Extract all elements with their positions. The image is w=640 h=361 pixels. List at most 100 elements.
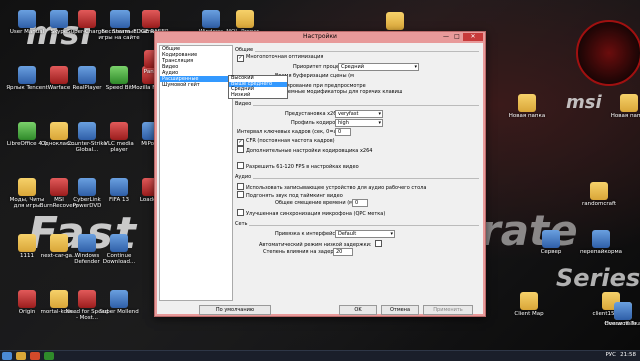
audio-group: Аудио	[235, 174, 479, 180]
desktop-shortcut[interactable]: перепайкорма	[578, 228, 624, 268]
cancel-button[interactable]: Отмена	[381, 305, 419, 315]
latency-factor-input[interactable]: 20	[333, 248, 353, 256]
bind-select[interactable]: Default ▾	[335, 230, 395, 238]
mic-sync-label: Улучшенная синхронизация микрофона (QPC …	[246, 211, 386, 217]
dialog-body: Общие Кодирование Трансляция Видео Аудио Расш…	[157, 43, 483, 315]
desktop-shortcut[interactable]: Сервер	[528, 228, 574, 268]
sync-fix-option[interactable]: Подгонять звук под таймкинг видео	[237, 191, 343, 199]
desktop-shortcut[interactable]: Client Map	[506, 290, 552, 330]
network-group-title: Сеть	[235, 221, 250, 227]
language-indicator[interactable]: РУС	[605, 352, 616, 358]
close-button[interactable]: ✕	[463, 33, 483, 41]
priority-dropdown-list: Высокий Выше среднего Средний Низкий	[228, 75, 288, 99]
keyframe-label: Интервал ключевых кадров (сек, 0=авто):	[237, 129, 350, 135]
video-group: Видео	[235, 101, 479, 107]
priority-option[interactable]: Низкий	[229, 92, 287, 99]
wallpaper-series-text: Series	[556, 264, 640, 292]
folder-icon	[520, 292, 538, 310]
app-icon	[614, 302, 632, 320]
app-icon	[78, 234, 96, 252]
auto-low-latency-option[interactable]: Автоматический режим низкой задержки:	[259, 240, 384, 248]
cfr-option[interactable]: ✓ CFR (постоянная частота кадров)	[237, 138, 335, 146]
msi-dragon-emblem	[576, 20, 640, 86]
desktop-shortcut[interactable]: Новая папка	[504, 92, 550, 132]
start-icon[interactable]	[2, 352, 12, 360]
auto-low-latency-label: Автоматический режим низкой задержки:	[259, 242, 372, 248]
shortcut-label: перепайкорма	[579, 249, 623, 255]
cfr-label: CFR (постоянная частота кадров)	[246, 138, 335, 144]
app-icon	[110, 234, 128, 252]
shortcut-label: Client Map	[514, 311, 544, 317]
app-icon	[78, 290, 96, 308]
shortcut-label: Сервер	[540, 249, 562, 255]
folder-icon	[518, 94, 536, 112]
shortcut-label: randomcraft	[582, 201, 616, 207]
desktop-shortcut[interactable]: Super Mollend	[96, 288, 142, 328]
desktop-shortcut[interactable]: Overwolf Te...	[600, 300, 640, 340]
app-icon[interactable]	[44, 352, 54, 360]
offset-spinner[interactable]: 0	[352, 199, 368, 207]
fps120-option[interactable]: Разрешить 61-120 FPS в настройках видео	[237, 162, 359, 170]
video-group-title: Видео	[235, 101, 254, 107]
network-group: Сеть	[235, 221, 479, 227]
custom-x264-checkbox[interactable]	[237, 146, 244, 153]
app-icon	[18, 66, 36, 84]
custom-x264-option[interactable]: Дополнительные настройки кодировщика x26…	[237, 146, 372, 154]
app-icon	[18, 122, 36, 140]
custom-x264-label: Дополнительные настройки кодировщика x26…	[246, 148, 373, 154]
profile-select[interactable]: high ▾	[335, 119, 383, 127]
use-input-option[interactable]: Использовать записывающее устройство для…	[237, 183, 426, 191]
app-icon	[78, 122, 96, 140]
app-icon	[542, 230, 560, 248]
folder-icon	[590, 182, 608, 200]
ok-button[interactable]: OK	[339, 305, 377, 315]
use-input-checkbox[interactable]	[237, 183, 244, 190]
priority-select[interactable]: Средний ▾	[338, 63, 419, 71]
multithread-option[interactable]: ✓ Многопоточная оптимизация	[237, 54, 323, 62]
chevron-down-icon: ▾	[378, 120, 381, 126]
folder-icon	[18, 234, 36, 252]
shortcut-label: Super Mollend	[99, 309, 139, 315]
shortcut-label: Overwolf Te...	[604, 321, 640, 327]
folder-icon	[620, 94, 638, 112]
nav-item[interactable]: Шумовой гейт	[160, 82, 232, 88]
auto-low-latency-checkbox[interactable]	[374, 240, 382, 247]
explorer-icon[interactable]	[16, 352, 26, 360]
folder-icon	[18, 178, 36, 196]
taskbar-clock: 21:58	[620, 352, 636, 358]
cfr-checkbox[interactable]: ✓	[237, 139, 244, 146]
fps120-checkbox[interactable]	[237, 162, 244, 169]
fps120-label: Разрешить 61-120 FPS в настройках видео	[246, 164, 359, 170]
priority-value: Средний	[341, 64, 364, 70]
apply-button[interactable]: Применить	[423, 305, 473, 315]
app-icon	[110, 66, 128, 84]
desktop-shortcut[interactable]: Continue Download...	[96, 232, 142, 272]
settings-nav-list: Общие Кодирование Трансляция Видео Аудио Расш…	[159, 45, 233, 301]
multithread-label: Многопоточная оптимизация	[246, 54, 324, 60]
keyframe-spinner[interactable]: 0	[335, 128, 351, 136]
sync-fix-label: Подгонять звук под таймкинг видео	[246, 193, 343, 199]
shortcut-label: Новая папка	[610, 113, 640, 119]
app-icon	[110, 290, 128, 308]
app-icon	[78, 178, 96, 196]
browser-icon[interactable]	[30, 352, 40, 360]
preset-select[interactable]: veryfast ▾	[335, 110, 383, 118]
mic-sync-checkbox[interactable]	[237, 209, 244, 216]
desktop-shortcut[interactable]: Новая папка	[606, 92, 640, 132]
desktop-shortcut[interactable]: randomcraft	[576, 180, 622, 220]
shortcut-label: Continue Download...	[102, 253, 136, 265]
minimize-button[interactable]: —	[441, 33, 451, 41]
shortcut-label: Новая папка	[508, 113, 546, 119]
taskbar: РУС 21:58	[0, 350, 640, 361]
chevron-down-icon: ▾	[378, 111, 381, 117]
sync-fix-checkbox[interactable]	[237, 191, 244, 198]
chevron-down-icon: ▾	[390, 231, 393, 237]
multithread-checkbox[interactable]: ✓	[237, 55, 244, 62]
app-icon	[18, 290, 36, 308]
mic-sync-option[interactable]: Улучшенная синхронизация микрофона (QPC …	[237, 209, 385, 217]
profile-value: high	[338, 120, 349, 126]
app-icon	[18, 10, 36, 28]
app-icon	[78, 10, 96, 28]
maximize-button[interactable]: □	[452, 33, 462, 41]
defaults-button[interactable]: По умолчанию	[199, 305, 271, 315]
